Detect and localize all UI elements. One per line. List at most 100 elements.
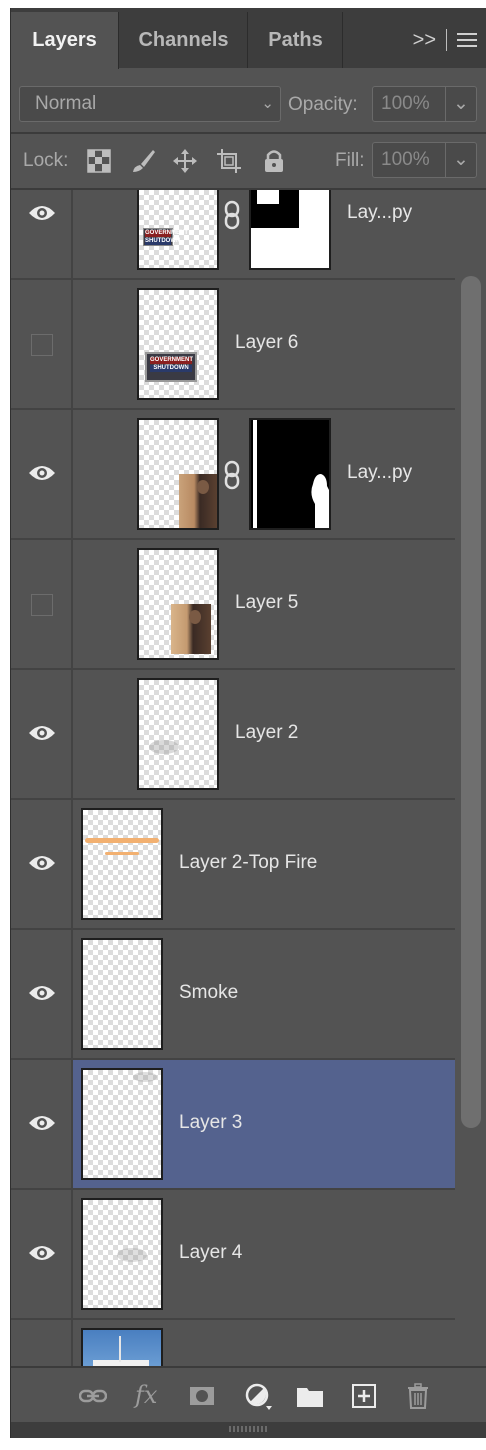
- blend-options-row: Normal ⌄ Opacity: 100% ⌄: [11, 78, 486, 130]
- layer-row[interactable]: Lay...py: [11, 410, 455, 540]
- fill-label: Fill:: [335, 150, 365, 171]
- visibility-toggle-off[interactable]: [31, 594, 53, 616]
- new-group-icon[interactable]: [296, 1382, 324, 1410]
- opacity-dropdown-button[interactable]: ⌄: [445, 86, 477, 122]
- layer-list-scrollbar[interactable]: [455, 190, 486, 1366]
- layer-thumbnail[interactable]: [137, 548, 219, 660]
- resize-grip-icon: [229, 1426, 269, 1432]
- visibility-cell[interactable]: [11, 190, 73, 278]
- visibility-cell[interactable]: [11, 1060, 73, 1188]
- layer-row[interactable]: Layer 2: [11, 670, 455, 800]
- delete-layer-icon[interactable]: [404, 1382, 432, 1410]
- eye-icon[interactable]: [28, 1113, 56, 1133]
- layer-name[interactable]: Layer 6: [235, 332, 298, 354]
- visibility-toggle-off[interactable]: [31, 334, 53, 356]
- eye-icon[interactable]: [28, 203, 56, 223]
- chevron-down-icon: ⌄: [261, 95, 274, 112]
- visibility-cell[interactable]: [11, 930, 73, 1058]
- lock-all-icon[interactable]: [261, 148, 287, 174]
- layer-thumbnail[interactable]: GOVERNMENT SHUTDOWN: [137, 288, 219, 400]
- layer-mask-thumbnail[interactable]: [249, 418, 331, 530]
- layers-bottom-toolbar: fx: [11, 1366, 486, 1422]
- visibility-cell[interactable]: [11, 280, 73, 408]
- layer-mask-thumbnail[interactable]: [249, 190, 331, 270]
- eye-icon[interactable]: [28, 983, 56, 1003]
- blend-mode-dropdown[interactable]: Normal ⌄: [19, 86, 281, 122]
- layer-row[interactable]: Layer 2-Top Fire: [11, 800, 455, 930]
- layer-thumbnail[interactable]: [137, 678, 219, 790]
- eye-icon[interactable]: [28, 1243, 56, 1263]
- layer-thumbnail[interactable]: [81, 808, 163, 920]
- opacity-label: Opacity:: [288, 94, 358, 115]
- layer-name[interactable]: Layer 5: [235, 592, 298, 614]
- eye-icon[interactable]: [28, 723, 56, 743]
- layer-row[interactable]: Smoke: [11, 930, 455, 1060]
- layer-list[interactable]: GOVERNMENT SHUTDOWN Lay...py GOVERNMENT …: [11, 190, 455, 1366]
- link-icon[interactable]: [222, 460, 244, 490]
- lock-label: Lock:: [23, 150, 69, 171]
- visibility-cell[interactable]: [11, 1190, 73, 1318]
- link-layers-icon[interactable]: [79, 1382, 107, 1410]
- layer-row[interactable]: Layer 4: [11, 1190, 455, 1320]
- chevron-down-icon: ⌄: [453, 93, 469, 114]
- visibility-cell[interactable]: [11, 1320, 73, 1366]
- eye-icon[interactable]: [28, 463, 56, 483]
- person-photo-thumbnail: [179, 474, 217, 528]
- lock-image-pixels-icon[interactable]: [131, 148, 157, 174]
- layer-name[interactable]: Lay...py: [347, 202, 412, 224]
- layer-row[interactable]: Layer 5: [11, 540, 455, 670]
- add-mask-icon[interactable]: [188, 1382, 216, 1410]
- fill-dropdown-button[interactable]: ⌄: [445, 142, 477, 178]
- layer-thumbnail[interactable]: [137, 418, 219, 530]
- visibility-cell[interactable]: [11, 410, 73, 538]
- layer-name[interactable]: Layer 2: [235, 722, 298, 744]
- person-photo-thumbnail: [171, 604, 211, 654]
- layer-row[interactable]: [11, 1320, 455, 1366]
- layer-name[interactable]: Lay...py: [347, 462, 412, 484]
- tab-paths[interactable]: Paths: [249, 12, 343, 68]
- chevron-down-icon: ⌄: [453, 149, 469, 170]
- government-sign-thumbnail: GOVERNMENT SHUTDOWN: [145, 352, 197, 382]
- lock-position-icon[interactable]: [172, 148, 198, 174]
- layer-thumbnail[interactable]: GOVERNMENT SHUTDOWN: [137, 190, 219, 270]
- scrollbar-thumb[interactable]: [461, 276, 481, 1128]
- fill-field[interactable]: 100%: [372, 142, 446, 178]
- layer-thumbnail[interactable]: [81, 938, 163, 1050]
- lock-options-row: Lock: Fill: 100% ⌄: [11, 134, 486, 188]
- layer-name[interactable]: Smoke: [179, 982, 238, 1004]
- layer-thumbnail[interactable]: [81, 1068, 163, 1180]
- layer-row-selected[interactable]: Layer 3: [11, 1060, 455, 1190]
- visibility-cell[interactable]: [11, 800, 73, 928]
- layer-name[interactable]: Layer 2-Top Fire: [179, 852, 317, 874]
- opacity-field[interactable]: 100%: [372, 86, 446, 122]
- visibility-cell[interactable]: [11, 670, 73, 798]
- layer-row[interactable]: GOVERNMENT SHUTDOWN Lay...py: [11, 190, 455, 280]
- panel-resize-handle[interactable]: [11, 1422, 486, 1438]
- blend-mode-value: Normal: [35, 93, 97, 114]
- lock-transparent-pixels-icon[interactable]: [86, 148, 112, 174]
- layer-row[interactable]: GOVERNMENT SHUTDOWN Layer 6: [11, 280, 455, 410]
- smoke-thumbnail: [133, 1072, 157, 1082]
- layer-thumbnail[interactable]: [81, 1328, 163, 1366]
- expand-panels-icon[interactable]: >>: [413, 29, 436, 52]
- tab-bar-actions: >>: [347, 12, 486, 68]
- fx-icon[interactable]: fx: [135, 1382, 163, 1410]
- panel-menu-icon[interactable]: [457, 33, 477, 47]
- smoke-thumbnail: [149, 740, 179, 754]
- lock-artboard-icon[interactable]: [216, 148, 242, 174]
- tab-layers[interactable]: Layers: [11, 12, 119, 69]
- visibility-cell[interactable]: [11, 540, 73, 668]
- tab-channels[interactable]: Channels: [120, 12, 248, 68]
- smoke-thumbnail: [117, 1248, 147, 1262]
- layers-panel: Layers Channels Paths >> Normal ⌄ Opacit…: [10, 8, 486, 1438]
- layer-name[interactable]: Layer 3: [179, 1112, 242, 1134]
- link-icon[interactable]: [222, 200, 244, 230]
- tab-separator: [446, 29, 447, 51]
- adjustment-layer-icon[interactable]: [244, 1382, 272, 1410]
- panel-tab-bar: Layers Channels Paths >>: [11, 8, 486, 69]
- layer-name[interactable]: Layer 4: [179, 1242, 242, 1264]
- new-layer-icon[interactable]: [350, 1382, 378, 1410]
- fire-thumbnail: [85, 838, 159, 843]
- layer-thumbnail[interactable]: [81, 1198, 163, 1310]
- eye-icon[interactable]: [28, 853, 56, 873]
